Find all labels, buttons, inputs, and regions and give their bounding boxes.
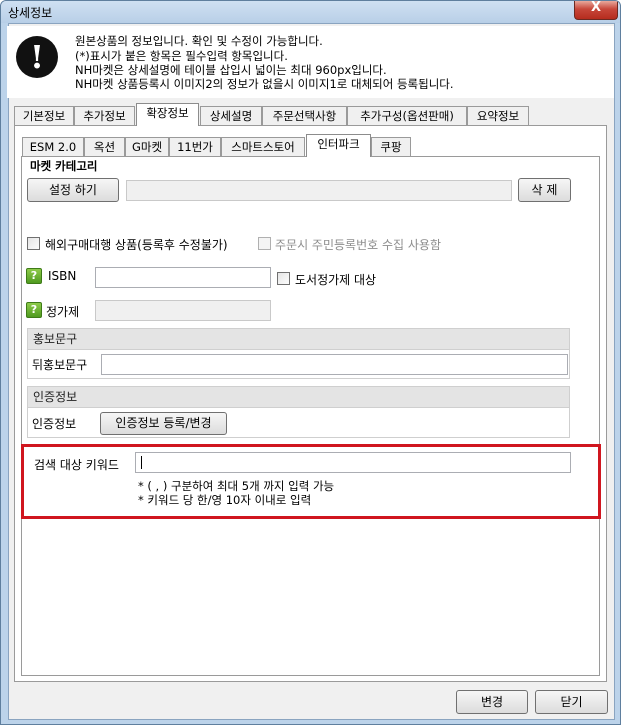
window-close-button[interactable]: X	[574, 1, 618, 20]
text-cursor	[141, 456, 142, 469]
cert-label: 인증정보	[32, 417, 77, 431]
info-line-4: NH마켓 상품등록시 이미지2의 정보가 없을시 이미지1로 대체되어 등록됩니…	[75, 77, 454, 91]
overseas-purchase-label: 해외구매대행 상품(등록후 수정불가)	[45, 238, 228, 252]
promo-group-header: 홍보문구	[27, 328, 570, 350]
tab-summary-info[interactable]: 요약정보	[467, 106, 529, 126]
isbn-input[interactable]	[95, 267, 271, 288]
tab-gmarket[interactable]: G마켓	[125, 137, 169, 157]
category-delete-button[interactable]: 삭 제	[518, 178, 571, 202]
list-price-input	[95, 300, 271, 321]
tab-coupang[interactable]: 쿠팡	[371, 137, 411, 157]
keyword-input[interactable]	[135, 452, 571, 473]
change-button[interactable]: 변경	[456, 690, 528, 714]
keyword-label: 검색 대상 키워드	[34, 458, 119, 472]
category-display-field	[126, 180, 512, 201]
list-price-help-icon[interactable]: ?	[26, 302, 42, 318]
keyword-note-2: * 키워드 당 한/영 10자 이내로 입력	[138, 493, 312, 507]
tab-detail-description[interactable]: 상세설명	[200, 106, 262, 126]
title-bar[interactable]: 상세정보 X	[1, 1, 620, 23]
tab-auction[interactable]: 옥션	[84, 137, 125, 157]
overseas-purchase-checkbox[interactable]	[27, 237, 40, 250]
promo-input[interactable]	[101, 354, 568, 375]
tab-add-components[interactable]: 추가구성(옵션판매)	[347, 106, 467, 126]
warning-icon: !	[16, 36, 58, 78]
tab-order-options[interactable]: 주문선택사항	[262, 106, 347, 126]
tab-11st[interactable]: 11번가	[169, 137, 221, 157]
category-title: 마켓 카테고리	[30, 159, 98, 173]
window-title: 상세정보	[8, 6, 53, 20]
resident-id-checkbox	[258, 237, 271, 250]
isbn-label: ISBN	[48, 269, 77, 283]
close-icon: X	[590, 0, 602, 15]
close-button[interactable]: 닫기	[535, 690, 608, 714]
isbn-help-icon[interactable]: ?	[26, 268, 42, 284]
resident-id-label: 주문시 주민등록번호 수집 사용함	[275, 238, 442, 252]
cert-edit-button[interactable]: 인증정보 등록/변경	[100, 412, 227, 435]
promo-label: 뒤홍보문구	[32, 358, 88, 372]
tab-esm[interactable]: ESM 2.0	[22, 137, 84, 157]
cert-group-header: 인증정보	[27, 386, 570, 408]
tab-interpark[interactable]: 인터파크	[306, 134, 371, 157]
tab-basic-info[interactable]: 기본정보	[14, 106, 74, 126]
tab-extended-info[interactable]: 확장정보	[136, 103, 199, 126]
category-set-button[interactable]: 설정 하기	[27, 178, 119, 202]
tab-additional-info[interactable]: 추가정보	[74, 106, 135, 126]
book-price-checkbox[interactable]	[277, 272, 290, 285]
info-line-1: 원본상품의 정보입니다. 확인 및 수정이 가능합니다.	[75, 34, 323, 48]
tab-smartstore[interactable]: 스마트스토어	[221, 137, 305, 157]
book-price-label: 도서정가제 대상	[295, 273, 377, 287]
list-price-label: 정가제	[46, 305, 80, 319]
